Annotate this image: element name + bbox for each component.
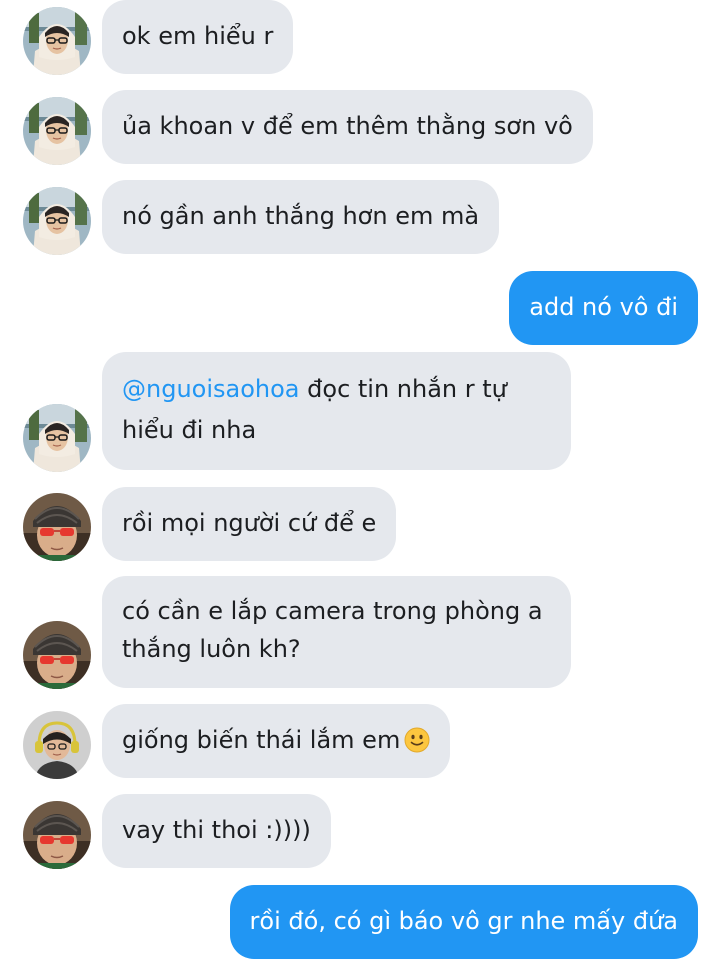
message-text: ok em hiểu r: [122, 22, 274, 50]
message-bubble-outgoing[interactable]: rồi đó, có gì báo vô gr nhe mấy đứa: [229, 885, 698, 959]
avatar[interactable]: [23, 187, 91, 255]
slightly-smiling-face-icon: [404, 727, 430, 753]
message-bubble[interactable]: rồi mọi người cứ để e: [102, 487, 397, 561]
message-text: hiểu đi nha: [122, 416, 257, 444]
message-text: ủa khoan v để em thêm thằng sơn vô: [122, 112, 573, 140]
message-bubble[interactable]: ủa khoan v để em thêm thằng sơn vô: [102, 90, 593, 164]
message-text: giống biến thái lắm em: [122, 726, 401, 754]
message-bubble-outgoing[interactable]: add nó vô đi: [509, 271, 698, 345]
message-bubble[interactable]: có cần e lắp camera trong phòng a thắng …: [102, 576, 571, 688]
message-bubble[interactable]: @nguoisaohoa đọc tin nhắn r tự hiểu đi n…: [102, 352, 571, 470]
avatar[interactable]: [23, 621, 91, 689]
user-mention[interactable]: @nguoisaohoa: [122, 375, 300, 403]
avatar[interactable]: [23, 711, 91, 779]
message-line-1: @nguoisaohoa đọc tin nhắn r tự: [122, 369, 551, 410]
message-bubble[interactable]: vay thi thoi :)))): [102, 794, 331, 868]
message-bubble[interactable]: giống biến thái lắm em: [102, 704, 451, 778]
avatar[interactable]: [23, 7, 91, 75]
message-text: rồi mọi người cứ để e: [122, 509, 377, 537]
avatar[interactable]: [23, 493, 91, 561]
message-text: vay thi thoi :)))): [122, 816, 311, 844]
message-text: có cần e lắp camera trong phòng a: [122, 597, 543, 625]
message-text: đọc tin nhắn r tự: [299, 375, 507, 403]
avatar[interactable]: [23, 404, 91, 472]
message-text: nó gần anh thắng hơn em mà: [122, 202, 480, 230]
avatar[interactable]: [23, 97, 91, 165]
avatar[interactable]: [23, 801, 91, 869]
message-text: rồi đó, có gì báo vô gr nhe mấy đứa: [249, 907, 678, 935]
message-bubble[interactable]: ok em hiểu r: [102, 0, 294, 74]
message-text: thắng luôn kh?: [122, 635, 301, 663]
message-text: add nó vô đi: [529, 293, 678, 321]
message-bubble[interactable]: nó gần anh thắng hơn em mà: [102, 180, 500, 254]
